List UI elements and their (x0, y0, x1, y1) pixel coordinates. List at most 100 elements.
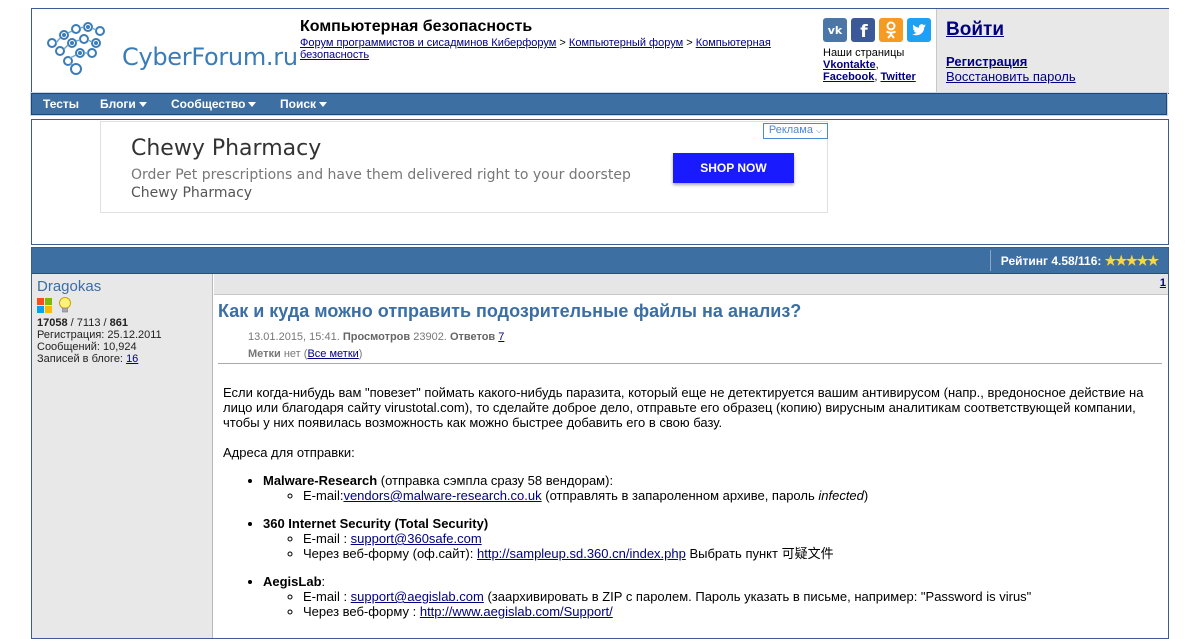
vendor-item: Malware-Research (отправка сэмпла сразу … (263, 473, 1153, 503)
vk-icon[interactable]: vk (823, 18, 847, 42)
vendor-name: 360 Internet Security (Total Security) (263, 516, 489, 531)
user-stats: 17058 / 7113 / 861 (37, 317, 128, 329)
twitter-icon[interactable] (907, 18, 931, 42)
contact-prefix: Через веб-форму (оф.сайт): (303, 546, 477, 561)
ad-badge[interactable]: Реклама ⌵ (763, 123, 828, 139)
odnoklassniki-icon[interactable] (879, 18, 903, 42)
nav-item-blogs[interactable]: Блоги (100, 97, 147, 111)
nav-item-label: Блоги (100, 97, 136, 111)
contact-suffix: (отправлять в запароленном архиве, парол… (541, 488, 819, 503)
nav-item-tests[interactable]: Тесты (43, 97, 79, 111)
svg-text:vk: vk (828, 24, 843, 37)
user-registration: Регистрация: 25.12.2011 (37, 329, 162, 341)
post-intro: Если когда-нибудь вам "повезет" поймать … (223, 385, 1144, 430)
post-date: 13.01.2015, 15:41. (248, 331, 340, 343)
user-stat-sep: / (70, 317, 74, 329)
vendor-list: Malware-Research (отправка сэмпла сразу … (223, 473, 1153, 619)
rating: Рейтинг 4.58/116: ★★★★★ (989, 250, 1168, 271)
tags-close: ) (358, 348, 363, 360)
header: CyberForum.ru Компьютерная безопасность … (31, 8, 1169, 94)
ad-description: Order Pet prescriptions and have them de… (131, 166, 631, 202)
contact-link[interactable]: support@aegislab.com (351, 589, 484, 604)
breadcrumb-link-computer-forum[interactable]: Компьютерный форум (569, 37, 683, 49)
user-stat-sep: / (103, 317, 107, 329)
post-number-link[interactable]: 1 (1160, 277, 1166, 289)
post-tags: Метки нет (Все метки) (248, 348, 362, 360)
section-title: Компьютерная безопасность (300, 18, 533, 35)
breadcrumb-link-home[interactable]: Форум программистов и сисадминов Киберфо… (300, 37, 556, 49)
star-icon: ★ (1115, 253, 1127, 268)
all-tags-link[interactable]: Все метки (307, 348, 358, 360)
post-header-bar: 1 (214, 274, 1168, 295)
contact-prefix: E-mail : (303, 531, 351, 546)
ad-badge-label: Реклама (768, 124, 813, 136)
login-link[interactable]: Войти (946, 19, 1004, 41)
chevron-down-icon (248, 102, 257, 107)
post-content: 1 Как и куда можно отправить подозритель… (214, 274, 1168, 638)
contact-item: E-mail:vendors@malware-research.co.uk (о… (303, 488, 1153, 503)
nav-item-label: Поиск (280, 97, 317, 111)
register-link[interactable]: Регистрация (946, 54, 1027, 69)
post-body: Если когда-нибудь вам "повезет" поймать … (223, 385, 1153, 632)
vendor-name: AegisLab (263, 574, 322, 589)
nav-item-search[interactable]: Поиск (280, 97, 328, 111)
nav-item-label: Сообщество (171, 97, 246, 111)
divider (218, 363, 1162, 364)
shop-now-button[interactable]: SHOP NOW (673, 153, 794, 183)
user-stat-1: 17058 (37, 317, 68, 329)
twitter-link[interactable]: Twitter (880, 71, 915, 83)
breadcrumb: Форум программистов и сисадминов Киберфо… (300, 37, 800, 61)
chevron-down-icon (138, 102, 147, 107)
contact-link[interactable]: http://www.aegislab.com/Support/ (420, 604, 613, 619)
social-pages-label: Наши страницы (823, 47, 905, 59)
rating-stars: ★★★★★ (1105, 253, 1159, 268)
svg-text:f: f (860, 22, 868, 42)
username-link[interactable]: Dragokas (37, 278, 101, 295)
vendor-note: (отправка сэмпла сразу 58 вендорам): (377, 473, 614, 488)
user-stat-3: 861 (109, 317, 128, 329)
replies-count-link[interactable]: 7 (498, 331, 504, 343)
vendor-item: AegisLab:E-mail : support@aegislab.com (… (263, 574, 1153, 619)
logo-text: CyberForum.ru (122, 43, 298, 71)
contact-prefix: Через веб-форму : (303, 604, 420, 619)
star-icon: ★ (1147, 253, 1159, 268)
contact-prefix: E-mail : (303, 589, 351, 604)
contact-item: Через веб-форму : http://www.aegislab.co… (303, 604, 1153, 619)
ad-banner[interactable]: Chewy Pharmacy Order Pet prescriptions a… (100, 121, 828, 213)
nav-item-community[interactable]: Сообщество (171, 97, 257, 111)
post-title: Как и куда можно отправить подозрительны… (218, 301, 802, 321)
contact-item: E-mail : support@aegislab.com (заархивир… (303, 589, 1153, 604)
vendor-contacts: E-mail:vendors@malware-research.co.uk (о… (263, 488, 1153, 503)
contact-link[interactable]: support@360safe.com (351, 531, 482, 546)
rating-label: Рейтинг 4.58/116: (1000, 254, 1102, 268)
vkontakte-link[interactable]: Vkontakte (823, 59, 876, 71)
views-label: Просмотров (342, 331, 411, 343)
nav-item-label: Тесты (43, 97, 80, 111)
user-blog-label: Записей в блоге: (37, 353, 123, 365)
rating-bar: Рейтинг 4.58/116: ★★★★★ (32, 248, 1168, 274)
vendor-note: : (321, 574, 326, 589)
ad-frame: Chewy Pharmacy Order Pet prescriptions a… (31, 119, 1169, 245)
facebook-icon[interactable]: f (851, 18, 875, 42)
social-pages: Наши страницы Vkontakte, Facebook, Twitt… (823, 47, 933, 83)
star-icon: ★ (1136, 253, 1149, 268)
restore-password-link[interactable]: Восстановить пароль (946, 69, 1076, 84)
ad-title[interactable]: Chewy Pharmacy (131, 136, 321, 161)
vendor-contacts: E-mail : support@aegislab.com (заархивир… (263, 589, 1153, 619)
chevron-down-icon (319, 102, 328, 107)
vendor-item: 360 Internet Security (Total Security)E-… (263, 516, 1153, 561)
contact-link[interactable]: vendors@malware-research.co.uk (343, 488, 541, 503)
contact-link[interactable]: http://sampleup.sd.360.cn/index.php (477, 546, 686, 561)
lightbulb-icon (59, 297, 71, 313)
post: Рейтинг 4.58/116: ★★★★★ Dragokas 17058 /… (31, 247, 1169, 639)
facebook-link[interactable]: Facebook (823, 71, 874, 83)
contact-emphasis: infected (818, 488, 864, 503)
molecule-logo-icon (47, 22, 105, 75)
user-blog-count-link[interactable]: 16 (126, 353, 138, 365)
chevron-down-icon: ⌵ (816, 126, 823, 135)
site-logo[interactable]: CyberForum.ru (42, 21, 298, 77)
addresses-label: Адреса для отправки: (223, 445, 355, 460)
replies-label: Ответов (449, 331, 496, 343)
breadcrumb-separator: > (559, 37, 566, 49)
contact-suffix: Выбрать пункт 可疑文件 (685, 546, 834, 561)
